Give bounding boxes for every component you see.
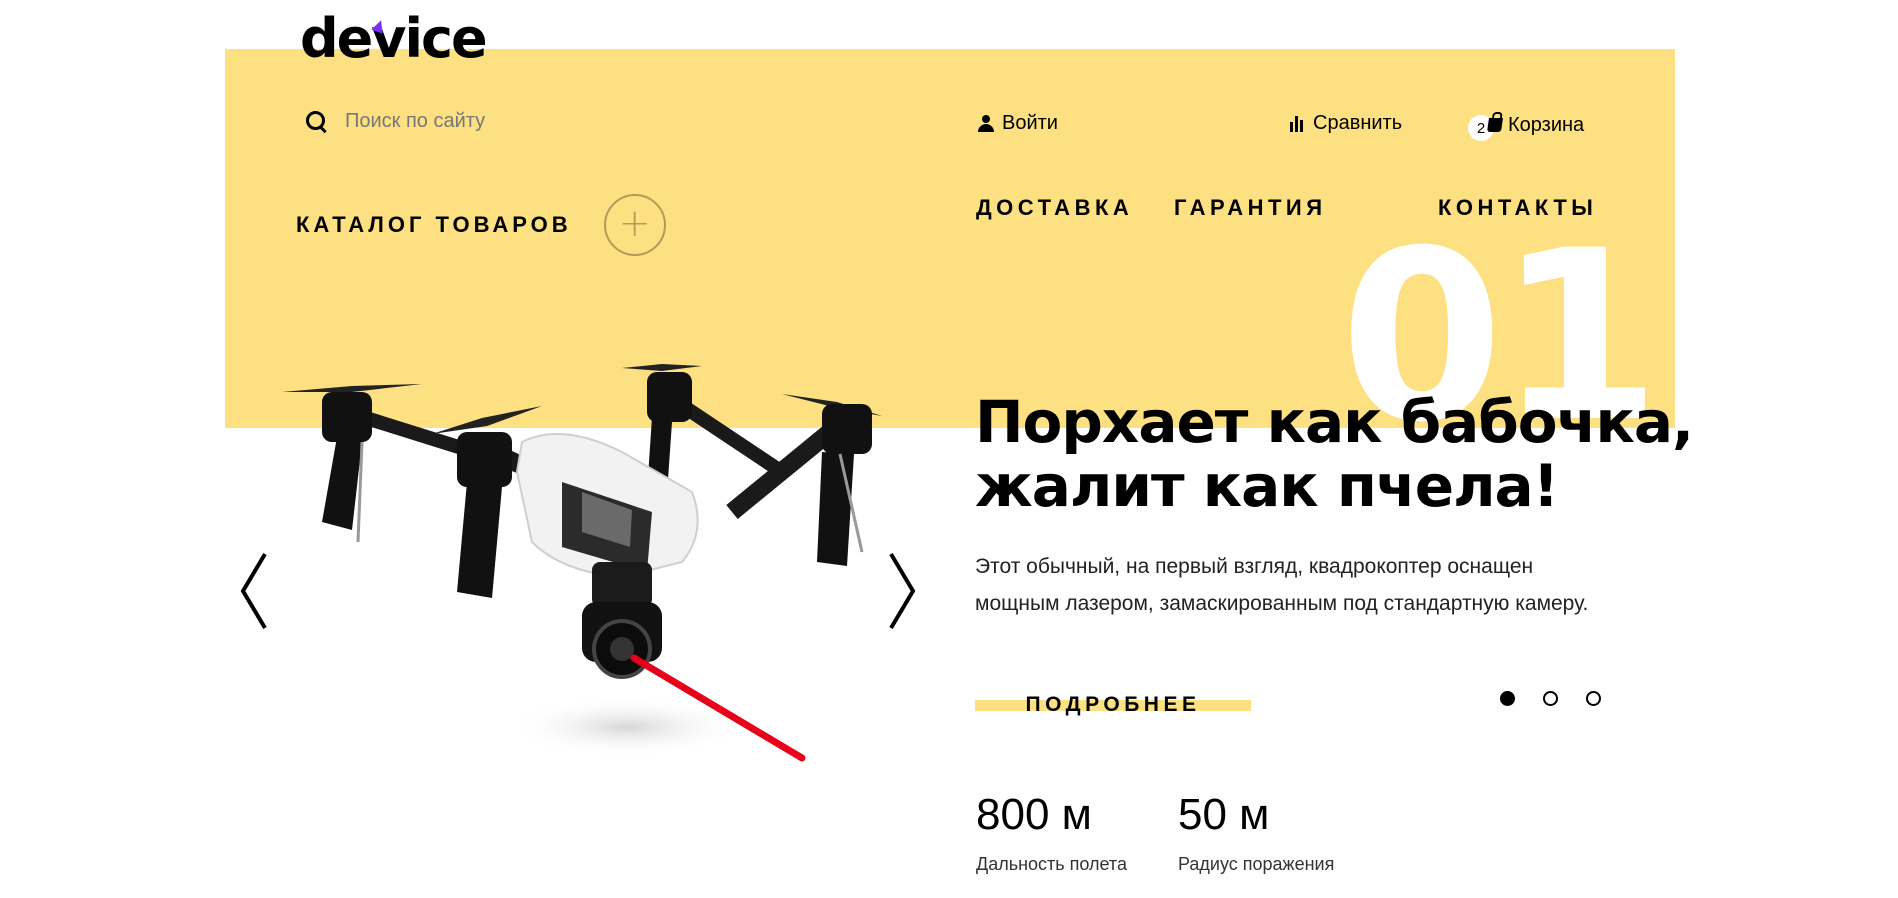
more-button[interactable]: ПОДРОБНЕЕ (975, 690, 1251, 720)
search-input[interactable] (345, 109, 645, 133)
chevron-right-icon (889, 552, 916, 630)
slide-description: Этот обычный, на первый взгляд, квадроко… (975, 548, 1675, 622)
login-link[interactable]: Войти (978, 112, 1058, 135)
catalog-link[interactable]: КАТАЛОГ ТОВАРОВ (296, 212, 572, 238)
nav-item-delivery[interactable]: ДОСТАВКА (976, 195, 1133, 221)
compare-link[interactable]: Сравнить (1290, 112, 1402, 135)
stat-range: 800 м Дальность полета (976, 790, 1127, 875)
catalog-menu: КАТАЛОГ ТОВАРОВ + (296, 194, 666, 256)
slider-dot-1[interactable] (1500, 691, 1515, 706)
stat-range-value: 800 м (976, 790, 1092, 839)
login-label: Войти (1002, 112, 1058, 134)
shopping-bag-icon (1487, 118, 1503, 132)
bar-chart-icon (1290, 115, 1303, 132)
stat-radius-value: 50 м (1178, 790, 1270, 839)
stat-radius: 50 м Радиус поражения (1178, 790, 1334, 875)
slide-title: Порхает как бабочка, жалит как пчела! (975, 390, 1695, 518)
site-logo[interactable]: device (300, 12, 488, 66)
search-icon[interactable] (303, 108, 329, 134)
slider-next-button[interactable] (884, 552, 920, 630)
stat-range-label: Дальность полета (976, 854, 1127, 874)
slide-description-line-2: мощным лазером, замаскированным под стан… (975, 592, 1589, 615)
more-button-label: ПОДРОБНЕЕ (1025, 693, 1201, 716)
drone-image (282, 364, 882, 762)
cart-link[interactable]: 2 Корзина (1468, 112, 1585, 141)
slide-description-line-1: Этот обычный, на первый взгляд, квадроко… (975, 555, 1534, 578)
search-bar (303, 108, 645, 134)
slide-title-line-1: Порхает как бабочка, (975, 388, 1694, 456)
nav-item-warranty[interactable]: ГАРАНТИЯ (1174, 195, 1327, 221)
stat-radius-label: Радиус поражения (1178, 854, 1335, 874)
slider-dot-3[interactable] (1586, 691, 1601, 706)
compare-label: Сравнить (1313, 112, 1403, 134)
slide-title-line-2: жалит как пчела! (975, 452, 1559, 520)
slider-dot-2[interactable] (1543, 691, 1558, 706)
slider-prev-button[interactable] (236, 552, 272, 630)
catalog-expand-button[interactable]: + (603, 194, 666, 256)
nav-item-contacts[interactable]: КОНТАКТЫ (1438, 195, 1597, 221)
chevron-left-icon (240, 552, 267, 630)
user-icon (978, 115, 994, 132)
slider-pagination (1500, 691, 1601, 706)
cart-label: Корзина (1508, 113, 1585, 136)
